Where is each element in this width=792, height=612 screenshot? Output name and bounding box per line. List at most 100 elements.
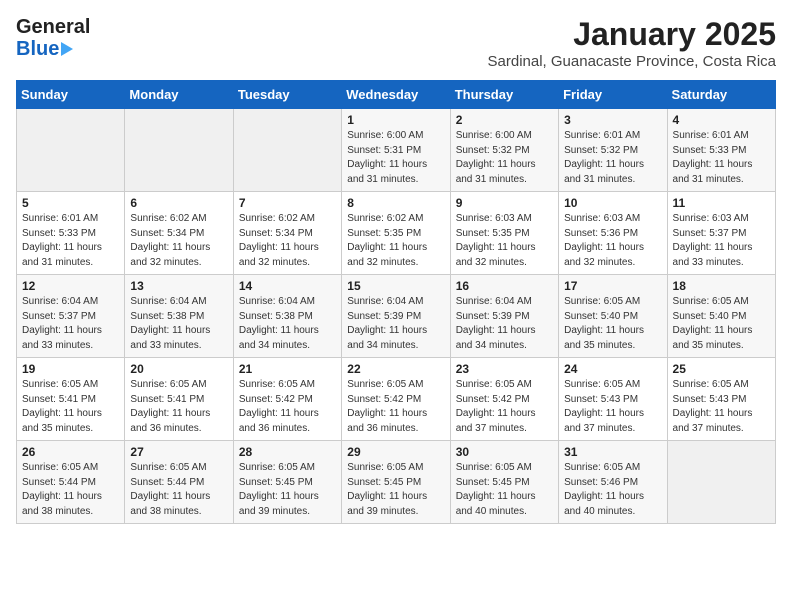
day-info: Sunrise: 6:05 AM Sunset: 5:40 PM Dayligh…	[564, 295, 661, 353]
weekday-header-thursday: Thursday	[450, 81, 558, 109]
day-number: 25	[673, 362, 770, 376]
calendar-cell: 1Sunrise: 6:00 AM Sunset: 5:31 PM Daylig…	[342, 109, 450, 192]
day-number: 10	[564, 196, 661, 210]
logo-general-text: General	[16, 16, 90, 38]
title-block: January 2025 Sardinal, Guanacaste Provin…	[488, 16, 776, 70]
calendar-cell: 13Sunrise: 6:04 AM Sunset: 5:38 PM Dayli…	[125, 275, 233, 358]
calendar-cell: 10 Sunrise: 6:03 AM Sunset: 5:36 PM Dayli…	[559, 192, 667, 275]
calendar-cell: 26 Sunrise: 6:05 AM Sunset: 5:44 PM Dayli…	[17, 441, 125, 524]
day-number: 1	[347, 113, 444, 127]
calendar-cell: 23 Sunrise: 6:05 AM Sunset: 5:42 PM Dayli…	[450, 358, 558, 441]
weekday-header-friday: Friday	[559, 81, 667, 109]
day-info: Sunrise: 6:05 AM Sunset: 5:42 PM Dayligh…	[347, 378, 444, 436]
day-number: 5	[22, 196, 119, 210]
day-info: Sunrise: 6:05 AM Sunset: 5:43 PM Dayligh…	[564, 378, 661, 436]
day-info: Sunrise: 6:00 AM Sunset: 5:32 PM Dayligh…	[456, 129, 553, 187]
day-number: 28	[239, 445, 336, 459]
day-info: Sunrise: 6:05 AM Sunset: 5:45 PM Dayligh…	[239, 461, 336, 519]
calendar-cell: 22 Sunrise: 6:05 AM Sunset: 5:42 PM Dayli…	[342, 358, 450, 441]
day-number: 20	[130, 362, 227, 376]
day-info: Sunrise: 6:05 AM Sunset: 5:43 PM Dayligh…	[673, 378, 770, 436]
calendar-cell: 30 Sunrise: 6:05 AM Sunset: 5:45 PM Dayli…	[450, 441, 558, 524]
calendar-cell: 19 Sunrise: 6:05 AM Sunset: 5:41 PM Dayli…	[17, 358, 125, 441]
calendar-cell: 7 Sunrise: 6:02 AM Sunset: 5:34 PM Daylig…	[233, 192, 341, 275]
calendar-cell: 6 Sunrise: 6:02 AM Sunset: 5:34 PM Daylig…	[125, 192, 233, 275]
day-info: Sunrise: 6:05 AM Sunset: 5:45 PM Dayligh…	[456, 461, 553, 519]
day-number: 29	[347, 445, 444, 459]
day-number: 23	[456, 362, 553, 376]
day-number: 19	[22, 362, 119, 376]
day-info: Sunrise: 6:01 AM Sunset: 5:33 PM Dayligh…	[673, 129, 770, 187]
day-info: Sunrise: 6:05 AM Sunset: 5:41 PM Dayligh…	[22, 378, 119, 436]
calendar-week-4: 19 Sunrise: 6:05 AM Sunset: 5:41 PM Dayli…	[17, 358, 776, 441]
day-info: Sunrise: 6:04 AM Sunset: 5:38 PM Dayligh…	[130, 295, 227, 353]
day-number: 7	[239, 196, 336, 210]
calendar-week-5: 26 Sunrise: 6:05 AM Sunset: 5:44 PM Dayli…	[17, 441, 776, 524]
day-info: Sunrise: 6:04 AM Sunset: 5:39 PM Dayligh…	[347, 295, 444, 353]
day-number: 15	[347, 279, 444, 293]
logo: General Blue	[16, 16, 90, 60]
day-number: 27	[130, 445, 227, 459]
calendar-cell: 17 Sunrise: 6:05 AM Sunset: 5:40 PM Dayli…	[559, 275, 667, 358]
day-number: 11	[673, 196, 770, 210]
calendar-cell: 24 Sunrise: 6:05 AM Sunset: 5:43 PM Dayli…	[559, 358, 667, 441]
day-number: 24	[564, 362, 661, 376]
day-info: Sunrise: 6:02 AM Sunset: 5:34 PM Dayligh…	[239, 212, 336, 270]
day-number: 31	[564, 445, 661, 459]
day-info: Sunrise: 6:02 AM Sunset: 5:34 PM Dayligh…	[130, 212, 227, 270]
calendar-cell: 12 Sunrise: 6:04 AM Sunset: 5:37 PM Dayli…	[17, 275, 125, 358]
calendar-cell: 3 Sunrise: 6:01 AM Sunset: 5:32 PM Daylig…	[559, 109, 667, 192]
weekday-header-sunday: Sunday	[17, 81, 125, 109]
logo-image: General Blue	[16, 16, 90, 60]
day-info: Sunrise: 6:05 AM Sunset: 5:41 PM Dayligh…	[130, 378, 227, 436]
page-header: General Blue January 2025 Sardinal, Guan…	[16, 16, 776, 70]
calendar-week-1: 1Sunrise: 6:00 AM Sunset: 5:31 PM Daylig…	[17, 109, 776, 192]
weekday-header-wednesday: Wednesday	[342, 81, 450, 109]
weekday-header-tuesday: Tuesday	[233, 81, 341, 109]
day-info: Sunrise: 6:05 AM Sunset: 5:42 PM Dayligh…	[456, 378, 553, 436]
calendar-cell: 20 Sunrise: 6:05 AM Sunset: 5:41 PM Dayli…	[125, 358, 233, 441]
day-info: Sunrise: 6:02 AM Sunset: 5:35 PM Dayligh…	[347, 212, 444, 270]
calendar-cell: 11 Sunrise: 6:03 AM Sunset: 5:37 PM Dayli…	[667, 192, 775, 275]
day-number: 3	[564, 113, 661, 127]
calendar-cell: 5 Sunrise: 6:01 AM Sunset: 5:33 PM Daylig…	[17, 192, 125, 275]
day-info: Sunrise: 6:03 AM Sunset: 5:37 PM Dayligh…	[673, 212, 770, 270]
day-number: 26	[22, 445, 119, 459]
day-info: Sunrise: 6:05 AM Sunset: 5:46 PM Dayligh…	[564, 461, 661, 519]
calendar-cell: 18 Sunrise: 6:05 AM Sunset: 5:40 PM Dayli…	[667, 275, 775, 358]
calendar-cell: 14Sunrise: 6:04 AM Sunset: 5:38 PM Dayli…	[233, 275, 341, 358]
calendar-cell: 16Sunrise: 6:04 AM Sunset: 5:39 PM Dayli…	[450, 275, 558, 358]
day-info: Sunrise: 6:05 AM Sunset: 5:42 PM Dayligh…	[239, 378, 336, 436]
day-number: 30	[456, 445, 553, 459]
day-number: 6	[130, 196, 227, 210]
calendar-cell	[233, 109, 341, 192]
day-info: Sunrise: 6:04 AM Sunset: 5:37 PM Dayligh…	[22, 295, 119, 353]
calendar-week-3: 12 Sunrise: 6:04 AM Sunset: 5:37 PM Dayli…	[17, 275, 776, 358]
day-info: Sunrise: 6:01 AM Sunset: 5:32 PM Dayligh…	[564, 129, 661, 187]
day-info: Sunrise: 6:05 AM Sunset: 5:40 PM Dayligh…	[673, 295, 770, 353]
calendar-cell: 21 Sunrise: 6:05 AM Sunset: 5:42 PM Dayli…	[233, 358, 341, 441]
day-info: Sunrise: 6:05 AM Sunset: 5:45 PM Dayligh…	[347, 461, 444, 519]
calendar-cell: 29 Sunrise: 6:05 AM Sunset: 5:45 PM Dayli…	[342, 441, 450, 524]
calendar-body: 1Sunrise: 6:00 AM Sunset: 5:31 PM Daylig…	[17, 109, 776, 524]
calendar-cell: 15 Sunrise: 6:04 AM Sunset: 5:39 PM Dayli…	[342, 275, 450, 358]
calendar-cell: 31 Sunrise: 6:05 AM Sunset: 5:46 PM Dayli…	[559, 441, 667, 524]
day-number: 2	[456, 113, 553, 127]
calendar-table: SundayMondayTuesdayWednesdayThursdayFrid…	[16, 80, 776, 524]
location-title: Sardinal, Guanacaste Province, Costa Ric…	[488, 53, 776, 70]
day-number: 21	[239, 362, 336, 376]
logo-blue-text: Blue	[16, 38, 90, 60]
day-info: Sunrise: 6:01 AM Sunset: 5:33 PM Dayligh…	[22, 212, 119, 270]
day-info: Sunrise: 6:03 AM Sunset: 5:36 PM Dayligh…	[564, 212, 661, 270]
day-info: Sunrise: 6:03 AM Sunset: 5:35 PM Dayligh…	[456, 212, 553, 270]
weekday-header-monday: Monday	[125, 81, 233, 109]
weekday-header-saturday: Saturday	[667, 81, 775, 109]
calendar-week-2: 5 Sunrise: 6:01 AM Sunset: 5:33 PM Daylig…	[17, 192, 776, 275]
day-number: 12	[22, 279, 119, 293]
day-number: 22	[347, 362, 444, 376]
day-number: 16	[456, 279, 553, 293]
day-number: 17	[564, 279, 661, 293]
calendar-cell: 8Sunrise: 6:02 AM Sunset: 5:35 PM Daylig…	[342, 192, 450, 275]
day-number: 18	[673, 279, 770, 293]
day-info: Sunrise: 6:05 AM Sunset: 5:44 PM Dayligh…	[22, 461, 119, 519]
